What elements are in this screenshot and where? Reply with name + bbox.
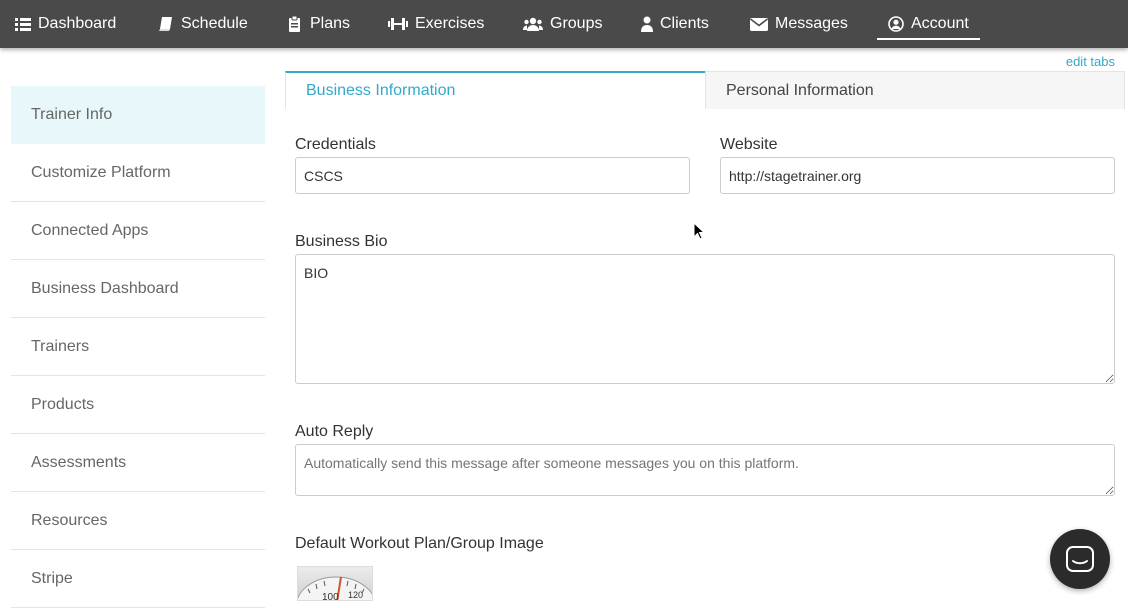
tab-business-information[interactable]: Business Information (285, 71, 705, 109)
chat-icon (1066, 546, 1094, 572)
account-sidebar: Trainer Info Customize Platform Connecte… (11, 86, 265, 608)
sidebar-item-resources[interactable]: Resources (11, 492, 265, 550)
nav-schedule[interactable]: Schedule (158, 0, 248, 48)
credentials-label: Credentials (295, 136, 376, 153)
website-label: Website (720, 136, 778, 153)
sidebar-item-products[interactable]: Products (11, 376, 265, 434)
nav-plans[interactable]: Plans (287, 0, 350, 48)
tab-personal-information[interactable]: Personal Information (705, 71, 1125, 109)
nav-label: Account (911, 15, 969, 32)
list-icon (15, 18, 31, 31)
nav-label: Plans (310, 15, 351, 32)
sidebar-item-customize-platform[interactable]: Customize Platform (11, 144, 265, 202)
sidebar-item-connected-apps[interactable]: Connected Apps (11, 202, 265, 260)
default-image-thumbnail[interactable]: 100 120 (297, 566, 373, 601)
dumbbell-icon (388, 18, 408, 30)
nav-label: Clients (660, 15, 709, 32)
nav-exercises[interactable]: Exercises (388, 0, 484, 48)
sidebar-item-business-dashboard[interactable]: Business Dashboard (11, 260, 265, 318)
mouse-cursor-icon (693, 222, 705, 240)
nav-label: Dashboard (38, 15, 117, 32)
nav-account[interactable]: Account (877, 0, 980, 48)
sidebar-item-trainer-info[interactable]: Trainer Info (11, 86, 265, 144)
credentials-field[interactable] (295, 157, 690, 194)
nav-dashboard[interactable]: Dashboard (15, 0, 116, 48)
default-image-label: Default Workout Plan/Group Image (295, 535, 544, 552)
clipboard-icon (289, 16, 300, 32)
scale-image: 100 120 (298, 576, 372, 601)
book-icon (159, 17, 172, 31)
nav-groups[interactable]: Groups (523, 0, 602, 48)
website-field[interactable] (720, 157, 1115, 194)
chat-launcher-button[interactable] (1050, 529, 1110, 589)
sidebar-item-stripe[interactable]: Stripe (11, 550, 265, 608)
sidebar-item-assessments[interactable]: Assessments (11, 434, 265, 492)
business-bio-label: Business Bio (295, 233, 388, 250)
user-icon (641, 16, 653, 32)
info-tabs: Business Information Personal Informatio… (285, 71, 1125, 109)
business-bio-field[interactable]: BIO (295, 254, 1115, 384)
envelope-icon (750, 18, 768, 31)
auto-reply-label: Auto Reply (295, 423, 374, 440)
nav-clients[interactable]: Clients (641, 0, 709, 48)
scale-mark-120: 120 (348, 590, 363, 600)
edit-tabs-link[interactable]: edit tabs (1066, 54, 1115, 69)
nav-label: Exercises (415, 15, 485, 32)
sidebar-item-trainers[interactable]: Trainers (11, 318, 265, 376)
nav-label: Schedule (181, 15, 248, 32)
users-icon (523, 17, 543, 31)
account-circle-icon (888, 16, 904, 32)
top-navigation: Dashboard Schedule Plans Exercises Group… (0, 0, 1128, 48)
nav-label: Groups (550, 15, 603, 32)
auto-reply-field[interactable] (295, 444, 1115, 496)
nav-label: Messages (775, 15, 848, 32)
scale-mark-100: 100 (322, 592, 339, 601)
nav-messages[interactable]: Messages (750, 0, 848, 48)
